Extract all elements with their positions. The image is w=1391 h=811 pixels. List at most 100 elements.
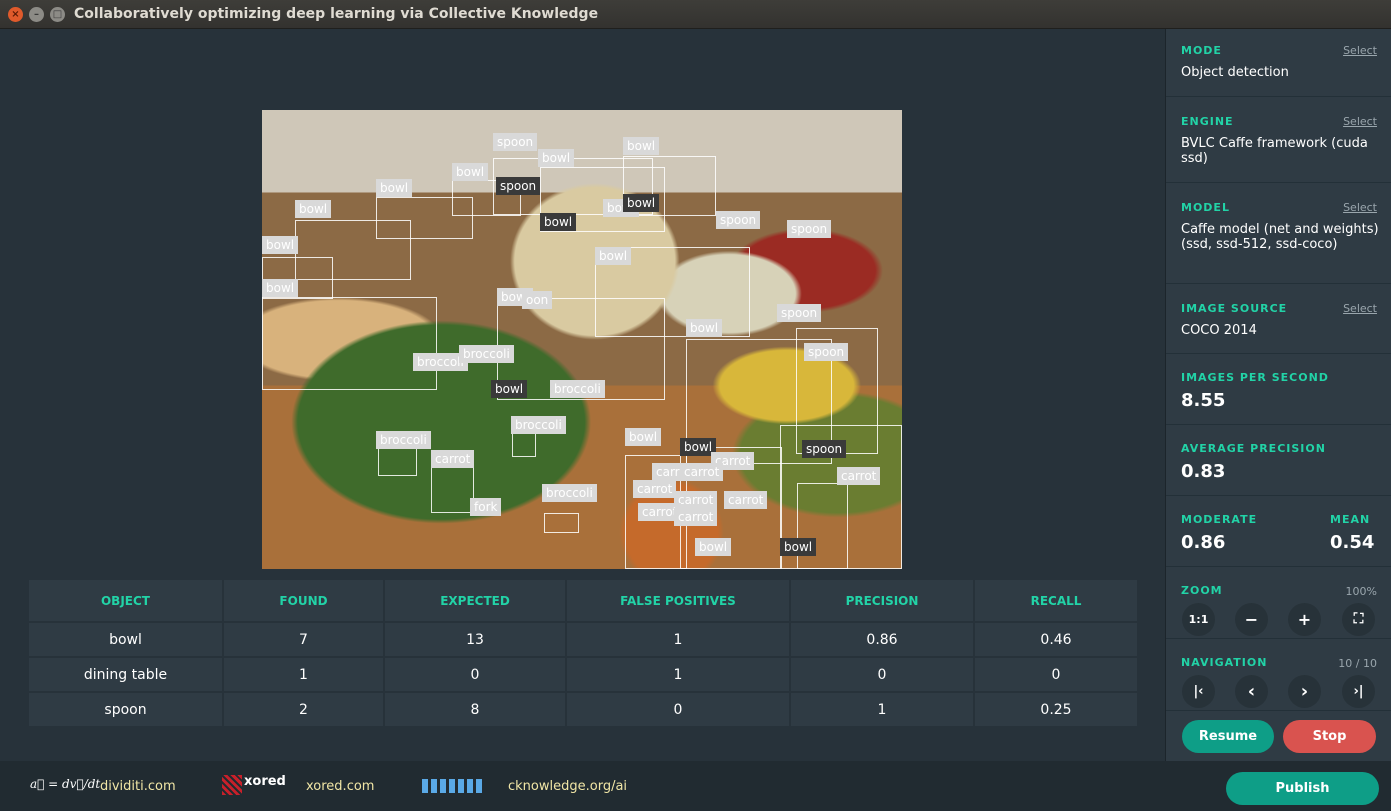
first-image-button[interactable]: |‹ [1182,675,1215,708]
image-source-value: COCO 2014 [1181,323,1257,338]
cell-found: 1 [224,658,383,691]
detection-label: broccoli [511,416,566,434]
ips-section: IMAGES PER SECOND 8.55 [1166,354,1391,425]
zoom-reset-button[interactable]: 1:1 [1182,603,1215,636]
detection-label: bowl [376,179,413,197]
column-header-false-positives[interactable]: FALSE POSITIVES [567,580,789,621]
cell-recall: 0.25 [975,693,1137,726]
detection-label: bowl [540,213,577,231]
mean-value: 0.54 [1330,532,1375,553]
previous-image-button[interactable]: ‹ [1235,675,1268,708]
cell-expected: 8 [385,693,565,726]
column-header-object[interactable]: OBJECT [29,580,222,621]
cell-object: dining table [29,658,222,691]
detection-label: bowl [262,279,299,297]
detection-label: carrot [724,491,768,509]
window-titlebar: × – □ Collaboratively optimizing deep le… [0,0,1391,29]
detection-label: carrot [431,450,475,468]
mode-label: MODE [1181,44,1222,57]
table-header-row: OBJECT FOUND EXPECTED FALSE POSITIVES PR… [29,580,1137,621]
cell-object: spoon [29,693,222,726]
results-table: OBJECT FOUND EXPECTED FALSE POSITIVES PR… [27,578,1139,728]
ips-value: 8.55 [1181,390,1226,411]
table-row: dining table 1 0 1 0 0 [29,658,1137,691]
mode-section: MODE Select Object detection [1166,29,1391,97]
cell-recall: 0.46 [975,623,1137,656]
ips-label: IMAGES PER SECOND [1181,371,1329,384]
cell-expected: 13 [385,623,565,656]
image-source-label: IMAGE SOURCE [1181,302,1288,315]
detection-label: broccoli [376,431,431,449]
detection-label: carrot [674,508,718,526]
model-select-link[interactable]: Select [1343,201,1377,214]
detection-label: spoon [496,177,541,195]
publish-button[interactable]: Publish [1226,772,1379,805]
resume-button[interactable]: Resume [1182,720,1274,753]
navigation-label: NAVIGATION [1181,656,1268,669]
engine-select-link[interactable]: Select [1343,115,1377,128]
window-close-icon[interactable]: × [8,7,23,22]
zoom-label: ZOOM [1181,584,1223,597]
detection-label: bowl [452,163,489,181]
image-source-select-link[interactable]: Select [1343,302,1377,315]
column-header-recall[interactable]: RECALL [975,580,1137,621]
fullscreen-icon[interactable]: ⛶ [1342,603,1375,636]
cell-false-positives: 0 [567,693,789,726]
image-source-section: IMAGE SOURCE Select COCO 2014 [1166,284,1391,354]
detection-label: bowl [623,194,660,212]
detection-label: carrot [837,467,881,485]
stop-button[interactable]: Stop [1283,720,1376,753]
window-maximize-icon[interactable]: □ [50,7,65,22]
detection-label: spoon [777,304,822,322]
cell-precision: 1 [791,693,973,726]
xored-link[interactable]: xored.com [306,779,374,794]
window-title: Collaboratively optimizing deep learning… [74,6,599,22]
engine-value: BVLC Caffe framework (cuda ssd) [1181,136,1368,166]
column-header-expected[interactable]: EXPECTED [385,580,565,621]
detection-label: spoon [804,343,849,361]
avg-precision-section: AVERAGE PRECISION 0.83 [1166,425,1391,496]
dividiti-link[interactable]: dividiti.com [100,779,176,794]
detection-label: carrot [633,480,677,498]
detection-box [544,513,579,533]
xored-logo-text: xored [244,774,286,789]
zoom-value: 100% [1345,585,1377,598]
cell-found: 2 [224,693,383,726]
detection-box [797,483,848,569]
xored-logo-icon [222,775,242,795]
moderate-value: 0.86 [1181,532,1226,553]
detection-label: bowl [491,380,528,398]
sidebar: MODE Select Object detection ENGINE Sele… [1165,29,1391,761]
window-minimize-icon[interactable]: – [29,7,44,22]
model-section: MODEL Select Caffe model (net and weight… [1166,183,1391,284]
detection-image: bowl bowl bowl bowl bowl spoon spoon bow… [262,110,902,569]
detection-label: bowl [686,319,723,337]
mode-select-link[interactable]: Select [1343,44,1377,57]
detection-label: spoon [493,133,538,151]
detection-label: bowl [695,538,732,556]
last-image-button[interactable]: ›| [1342,675,1375,708]
moderate-mean-section: MODERATE 0.86 MEAN 0.54 [1166,496,1391,567]
navigation-counter: 10 / 10 [1338,657,1377,670]
detection-label: fork [470,498,502,516]
zoom-in-button[interactable]: + [1288,603,1321,636]
table-row: bowl 7 13 1 0.86 0.46 [29,623,1137,656]
column-header-found[interactable]: FOUND [224,580,383,621]
detection-label: bowl [538,149,575,167]
cknowledge-link[interactable]: cknowledge.org/ai [508,779,627,794]
cell-false-positives: 1 [567,623,789,656]
engine-label: ENGINE [1181,115,1234,128]
detection-label: bowl [625,428,662,446]
zoom-section: ZOOM 100% 1:1 − + ⛶ [1166,567,1391,639]
model-label: MODEL [1181,201,1230,214]
detection-label: spoon [802,440,847,458]
detection-label: bowl [295,200,332,218]
zoom-out-button[interactable]: − [1235,603,1268,636]
column-header-precision[interactable]: PRECISION [791,580,973,621]
detection-label: oon [522,291,553,309]
next-image-button[interactable]: › [1288,675,1321,708]
navigation-section: NAVIGATION 10 / 10 |‹ ‹ › ›| [1166,639,1391,711]
moderate-label: MODERATE [1181,513,1258,526]
detection-label: broccoli [550,380,605,398]
detection-label: carrot [680,463,724,481]
